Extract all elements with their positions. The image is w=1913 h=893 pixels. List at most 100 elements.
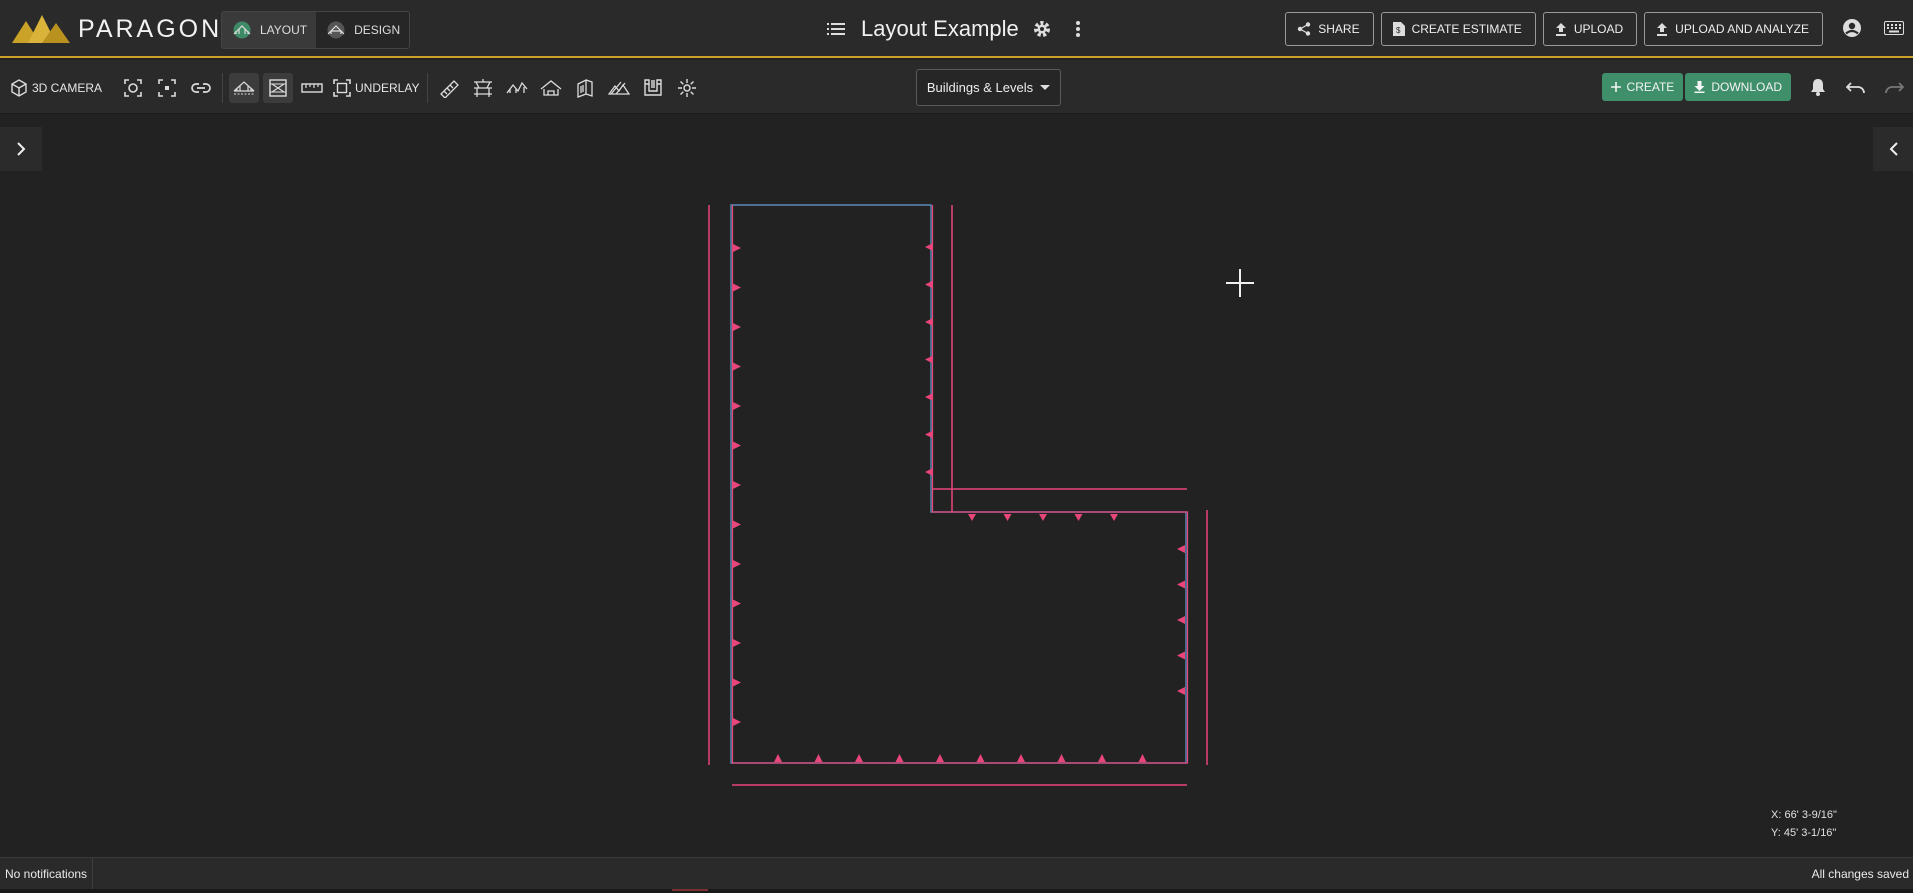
toolbar-divider <box>427 73 429 103</box>
underlay-button[interactable]: UNDERLAY <box>331 73 421 103</box>
beam-icon <box>440 80 460 98</box>
wall-marker <box>925 280 933 289</box>
layout-truss-icon <box>233 21 251 39</box>
create-button[interactable]: CREATE <box>1601 73 1684 101</box>
layout-canvas[interactable] <box>0 115 1913 857</box>
wall-marker <box>733 599 741 608</box>
wall-marker <box>1110 514 1118 521</box>
fit-frame-icon <box>158 79 176 97</box>
lighting-tool-button[interactable] <box>672 73 702 103</box>
wall-marker <box>733 283 741 292</box>
toolbar-divider <box>222 73 224 103</box>
measure-button[interactable] <box>297 73 327 103</box>
floor-framing-view-button[interactable] <box>263 73 294 103</box>
upload-button[interactable]: UPLOAD <box>1542 12 1638 46</box>
cursor-x-readout: X: 66' 3-9/16" <box>1771 809 1837 821</box>
share-button-label: SHARE <box>1318 22 1360 36</box>
upload-label: UPLOAD <box>1573 22 1624 36</box>
redo-icon[interactable] <box>1875 72 1913 102</box>
buildings-levels-dropdown[interactable]: Buildings & Levels <box>916 69 1061 106</box>
wall-marker <box>733 639 741 647</box>
brand-name: PARAGON <box>78 14 223 43</box>
wall-marker <box>925 243 933 251</box>
wall-marker <box>733 481 741 489</box>
notifications-status[interactable]: No notifications <box>0 858 94 890</box>
wall-tool-button[interactable] <box>570 73 600 103</box>
wall-marker <box>925 355 933 364</box>
wall-marker <box>733 520 741 529</box>
chevron-down-icon <box>1040 85 1051 90</box>
rafter-tool-button[interactable] <box>502 73 532 103</box>
focus-center-icon <box>124 79 142 97</box>
crosshair-cursor <box>1226 269 1254 297</box>
list-icon[interactable] <box>825 18 847 40</box>
wall-marker <box>733 678 741 687</box>
wall-marker <box>1098 754 1106 762</box>
beam-tool-button[interactable] <box>434 73 464 103</box>
link-icon <box>191 83 211 93</box>
wall-marker <box>733 323 741 331</box>
toolbar-right-actions: CREATE DOWNLOAD <box>1601 72 1913 102</box>
wall-marker <box>733 441 741 450</box>
more-vertical-icon[interactable] <box>1067 18 1089 40</box>
cube-icon <box>11 79 27 97</box>
roof-truss-view-button[interactable] <box>229 73 260 103</box>
gear-icon[interactable] <box>1031 18 1053 40</box>
header-truss-icon <box>474 79 493 97</box>
buildings-levels-label: Buildings & Levels <box>926 80 1034 95</box>
tab-design-label: DESIGN <box>354 23 401 37</box>
underlay-frame-icon <box>333 79 351 97</box>
create-estimate-button[interactable]: $ CREATE ESTIMATE <box>1380 12 1536 46</box>
focus-selection-button[interactable] <box>118 73 148 103</box>
tab-layout-label: LAYOUT <box>260 23 308 37</box>
wall-marker <box>855 754 863 762</box>
wall-panel-icon <box>577 78 594 98</box>
keyboard-icon[interactable] <box>1883 17 1905 39</box>
3d-camera-label: 3D CAMERA <box>32 81 103 95</box>
wall-marker <box>733 362 741 371</box>
plus-icon <box>1610 82 1621 92</box>
dimension-lines <box>708 205 1208 786</box>
wall-marker <box>1057 754 1066 762</box>
terrain-tool-button[interactable] <box>604 73 634 103</box>
wall-marker <box>733 718 741 726</box>
hanger-tool-button[interactable] <box>638 73 668 103</box>
ruler-icon <box>301 83 323 93</box>
project-title[interactable]: Layout Example <box>861 16 1019 42</box>
notifications-bell-icon[interactable] <box>1799 72 1837 102</box>
tab-layout[interactable]: LAYOUT <box>222 12 317 48</box>
header-actions: SHARE $ CREATE ESTIMATE UPLOAD UPLOAD AN… <box>1285 12 1823 46</box>
wall-marker <box>925 430 933 439</box>
wall-marker <box>936 754 944 762</box>
sun-burst-icon <box>678 79 697 97</box>
link-button[interactable] <box>186 73 216 103</box>
share-button[interactable]: SHARE <box>1285 12 1374 46</box>
tab-design[interactable]: DESIGN <box>316 12 409 48</box>
hanger-bracket-icon <box>644 79 663 96</box>
create-label: CREATE <box>1626 80 1675 94</box>
account-circle-icon[interactable] <box>1841 17 1863 39</box>
top-app-bar: PARAGON LAYOUT DESIGN Layout Example SHA… <box>0 0 1913 58</box>
wall-marker <box>1177 580 1185 589</box>
underlay-label: UNDERLAY <box>355 81 420 95</box>
wall-marker <box>733 402 741 410</box>
mode-switch: LAYOUT DESIGN <box>221 11 411 49</box>
wall-marker <box>1017 754 1025 762</box>
roof-tool-button[interactable] <box>536 73 566 103</box>
undo-icon[interactable] <box>1837 72 1875 102</box>
upload-and-analyze-button[interactable]: UPLOAD AND ANALYZE <box>1644 12 1823 46</box>
roof-icon <box>541 80 562 96</box>
wall-marker <box>968 514 976 521</box>
header-tool-button[interactable] <box>468 73 498 103</box>
paragon-logo[interactable]: PARAGON <box>12 14 222 44</box>
create-estimate-label: CREATE ESTIMATE <box>1411 22 1522 36</box>
paragon-logo-icon <box>12 15 70 43</box>
wall-marker <box>1177 687 1185 695</box>
download-button[interactable]: DOWNLOAD <box>1685 73 1791 101</box>
fit-view-button[interactable] <box>152 73 182 103</box>
l-shaped-floor-plan[interactable] <box>708 204 1208 786</box>
roof-truss-icon <box>233 81 255 95</box>
wall-marker <box>814 754 823 762</box>
project-title-area: Layout Example <box>825 12 1089 46</box>
3d-camera-button[interactable]: 3D CAMERA <box>8 73 104 103</box>
